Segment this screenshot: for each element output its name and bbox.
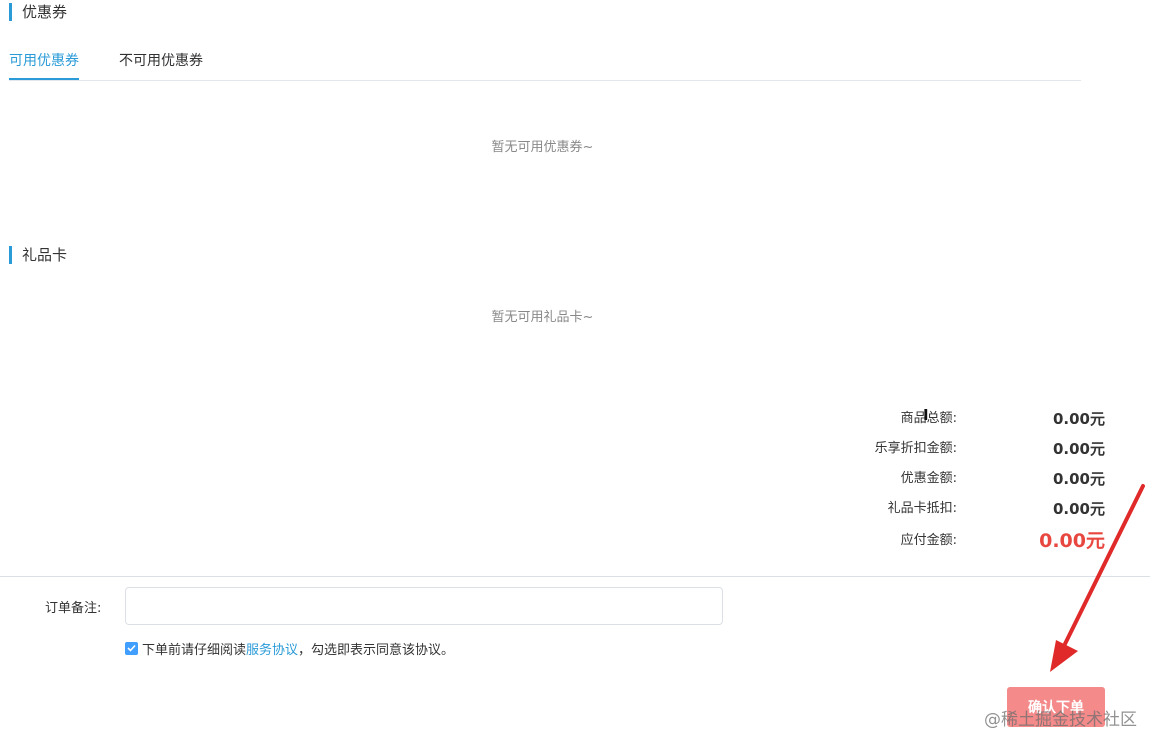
coupon-section-title: 优惠券 — [9, 3, 67, 21]
agreement-suffix: ，勾选即表示同意该协议。 — [298, 642, 455, 658]
red-arrow-icon — [1050, 484, 1145, 672]
order-remark-label: 订单备注: — [45, 601, 102, 616]
tab-unavailable-coupons[interactable]: 不可用优惠券 — [119, 52, 203, 70]
tab-available-coupons[interactable]: 可用优惠券 — [9, 52, 79, 80]
summary-label: 礼品卡抵扣: — [887, 501, 957, 516]
summary-value: 0.00元 — [1052, 410, 1105, 428]
agreement-prefix: 下单前请仔细阅读 — [142, 642, 247, 658]
agreement-checkbox[interactable] — [125, 641, 138, 655]
order-remark-input[interactable] — [125, 587, 723, 625]
check-icon — [127, 644, 136, 652]
summary-label: 商品总额: — [900, 411, 957, 426]
coupon-empty-message: 暂无可用优惠券~ — [491, 140, 594, 155]
summary-row-discount: 乐享折扣金额: 0.00元 — [800, 437, 1105, 461]
service-agreement-link[interactable]: 服务协议 — [246, 639, 298, 658]
summary-value: 0.00元 — [1052, 440, 1105, 458]
summary-label: 优惠金额: — [900, 471, 957, 486]
summary-row-goods-total: 商品总额: 0.00元 — [800, 407, 1105, 431]
summary-total-label: 应付金额: — [900, 533, 957, 548]
giftcard-empty-message: 暂无可用礼品卡~ — [491, 310, 594, 325]
section-divider — [0, 576, 1150, 577]
text-cursor-icon: I — [923, 406, 929, 424]
watermark: @稀土掘金技术社区 — [984, 710, 1137, 730]
giftcard-section-title: 礼品卡 — [9, 246, 67, 264]
coupon-tabs: 可用优惠券 不可用优惠券 — [9, 50, 1081, 81]
agreement-row: 下单前请仔细阅读 服务协议 ，勾选即表示同意该协议。 — [125, 639, 455, 658]
summary-label: 乐享折扣金额: — [874, 441, 957, 456]
